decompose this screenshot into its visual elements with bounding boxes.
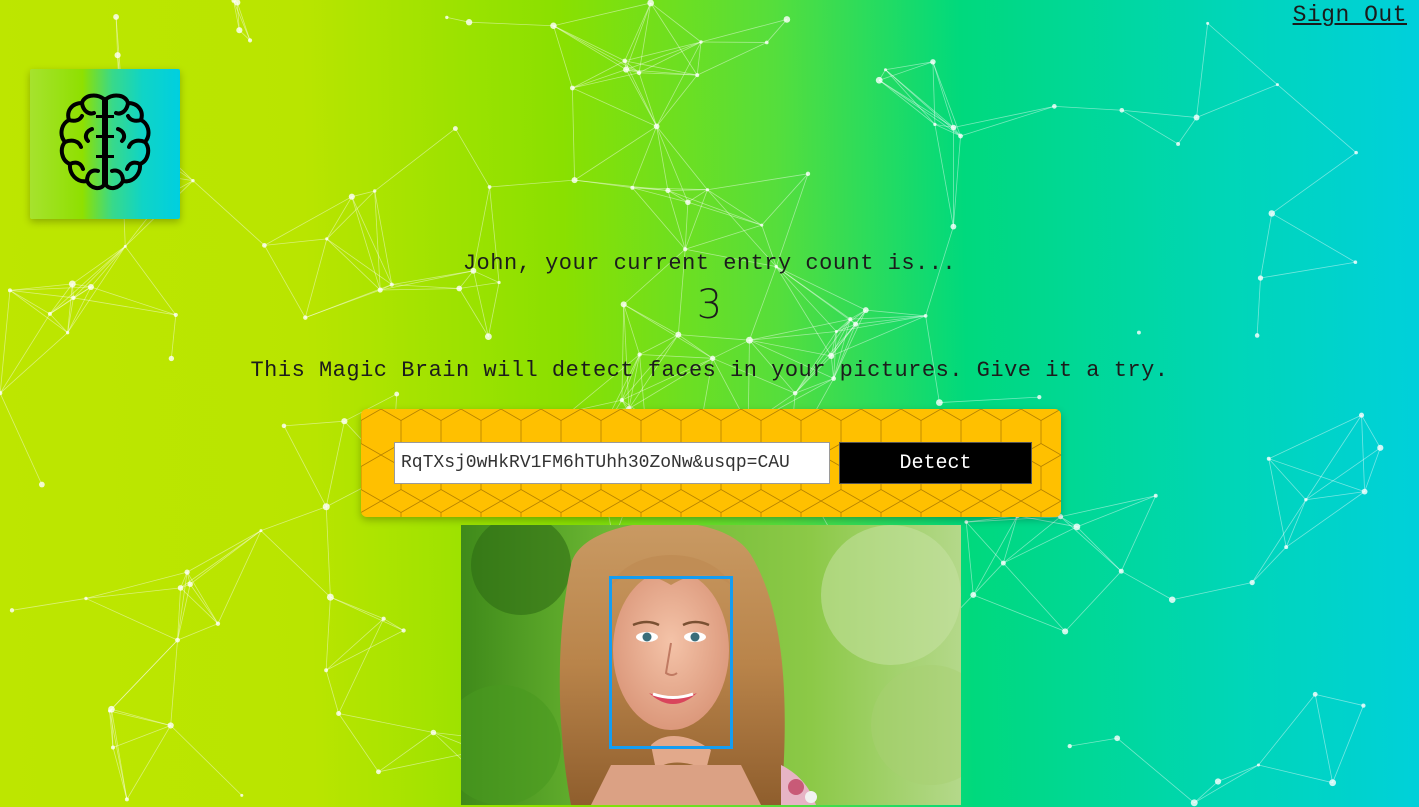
entry-count-message: John, your current entry count is... <box>462 251 957 276</box>
image-url-input[interactable] <box>394 442 830 484</box>
sign-out-link[interactable]: Sign Out <box>1293 2 1407 28</box>
logo-card <box>30 69 180 219</box>
detect-button[interactable]: Detect <box>839 442 1032 484</box>
intro-description: This Magic Brain will detect faces in yo… <box>250 358 1169 383</box>
uploaded-photo <box>461 525 961 805</box>
brain-icon <box>59 93 151 191</box>
entry-count-value: 3 <box>696 282 723 328</box>
face-bounding-box <box>609 576 733 749</box>
image-url-form: Detect <box>361 409 1061 517</box>
